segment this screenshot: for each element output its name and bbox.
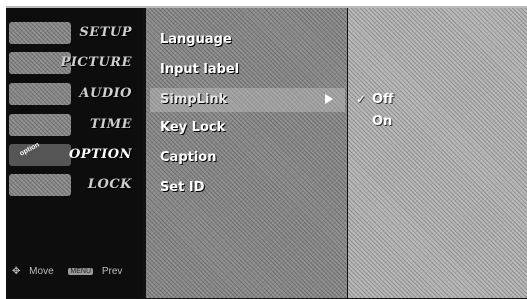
time-thumbnail-icon [9,114,71,136]
footer-hints: ✥ Move MENU Prev [12,266,134,277]
option-menu: Language Input label SimpLink Key Lock C… [146,8,347,298]
submenu-item-off[interactable]: ✓ Off [356,92,394,112]
menu-item-label: SimpLink [160,92,228,107]
option-thumbnail-icon: option [9,141,71,166]
nav-item-label: LOCK [87,177,132,192]
menu-item-simplink[interactable]: SimpLink [150,88,345,112]
lock-thumbnail-icon [9,174,71,196]
audio-thumbnail-icon [9,83,71,105]
setup-thumbnail-icon [9,22,71,44]
simplink-submenu: ✓ Off On [348,8,527,298]
menu-item-set-id[interactable]: Set ID [160,180,340,204]
move-hint: ✥ Move [12,266,62,277]
nav-item-label: TIME [89,117,132,132]
nav-item-label: PICTURE [60,55,132,70]
option-badge: option [18,141,41,158]
nav-item-time[interactable]: TIME [7,114,142,136]
nav-item-label: OPTION [68,147,132,162]
nav-item-label: SETUP [79,25,132,40]
nav-item-setup[interactable]: SETUP [7,22,142,44]
checkmark-icon: ✓ [356,92,367,106]
nav-item-picture[interactable]: PICTURE [7,52,142,74]
prev-label: Prev [101,266,123,277]
submenu-item-label: Off [372,92,394,107]
move-arrows-icon: ✥ [12,266,21,277]
category-nav: SETUP PICTURE AUDIO TIME option OPTION L… [7,8,142,298]
menu-item-input-label[interactable]: Input label [160,62,340,86]
nav-item-option[interactable]: option OPTION [7,141,142,166]
nav-item-label: AUDIO [79,86,132,101]
menu-item-caption[interactable]: Caption [160,150,340,174]
nav-item-audio[interactable]: AUDIO [7,83,142,105]
submenu-item-on[interactable]: On [372,114,392,134]
menu-item-language[interactable]: Language [160,32,340,56]
submenu-item-label: On [372,114,393,129]
menu-key-icon: MENU [68,267,94,275]
menu-item-key-lock[interactable]: Key Lock [160,120,340,144]
submenu-arrow-icon [325,94,333,104]
prev-hint: MENU Prev [68,266,128,277]
move-label: Move [29,266,54,277]
nav-item-lock[interactable]: LOCK [7,174,142,196]
